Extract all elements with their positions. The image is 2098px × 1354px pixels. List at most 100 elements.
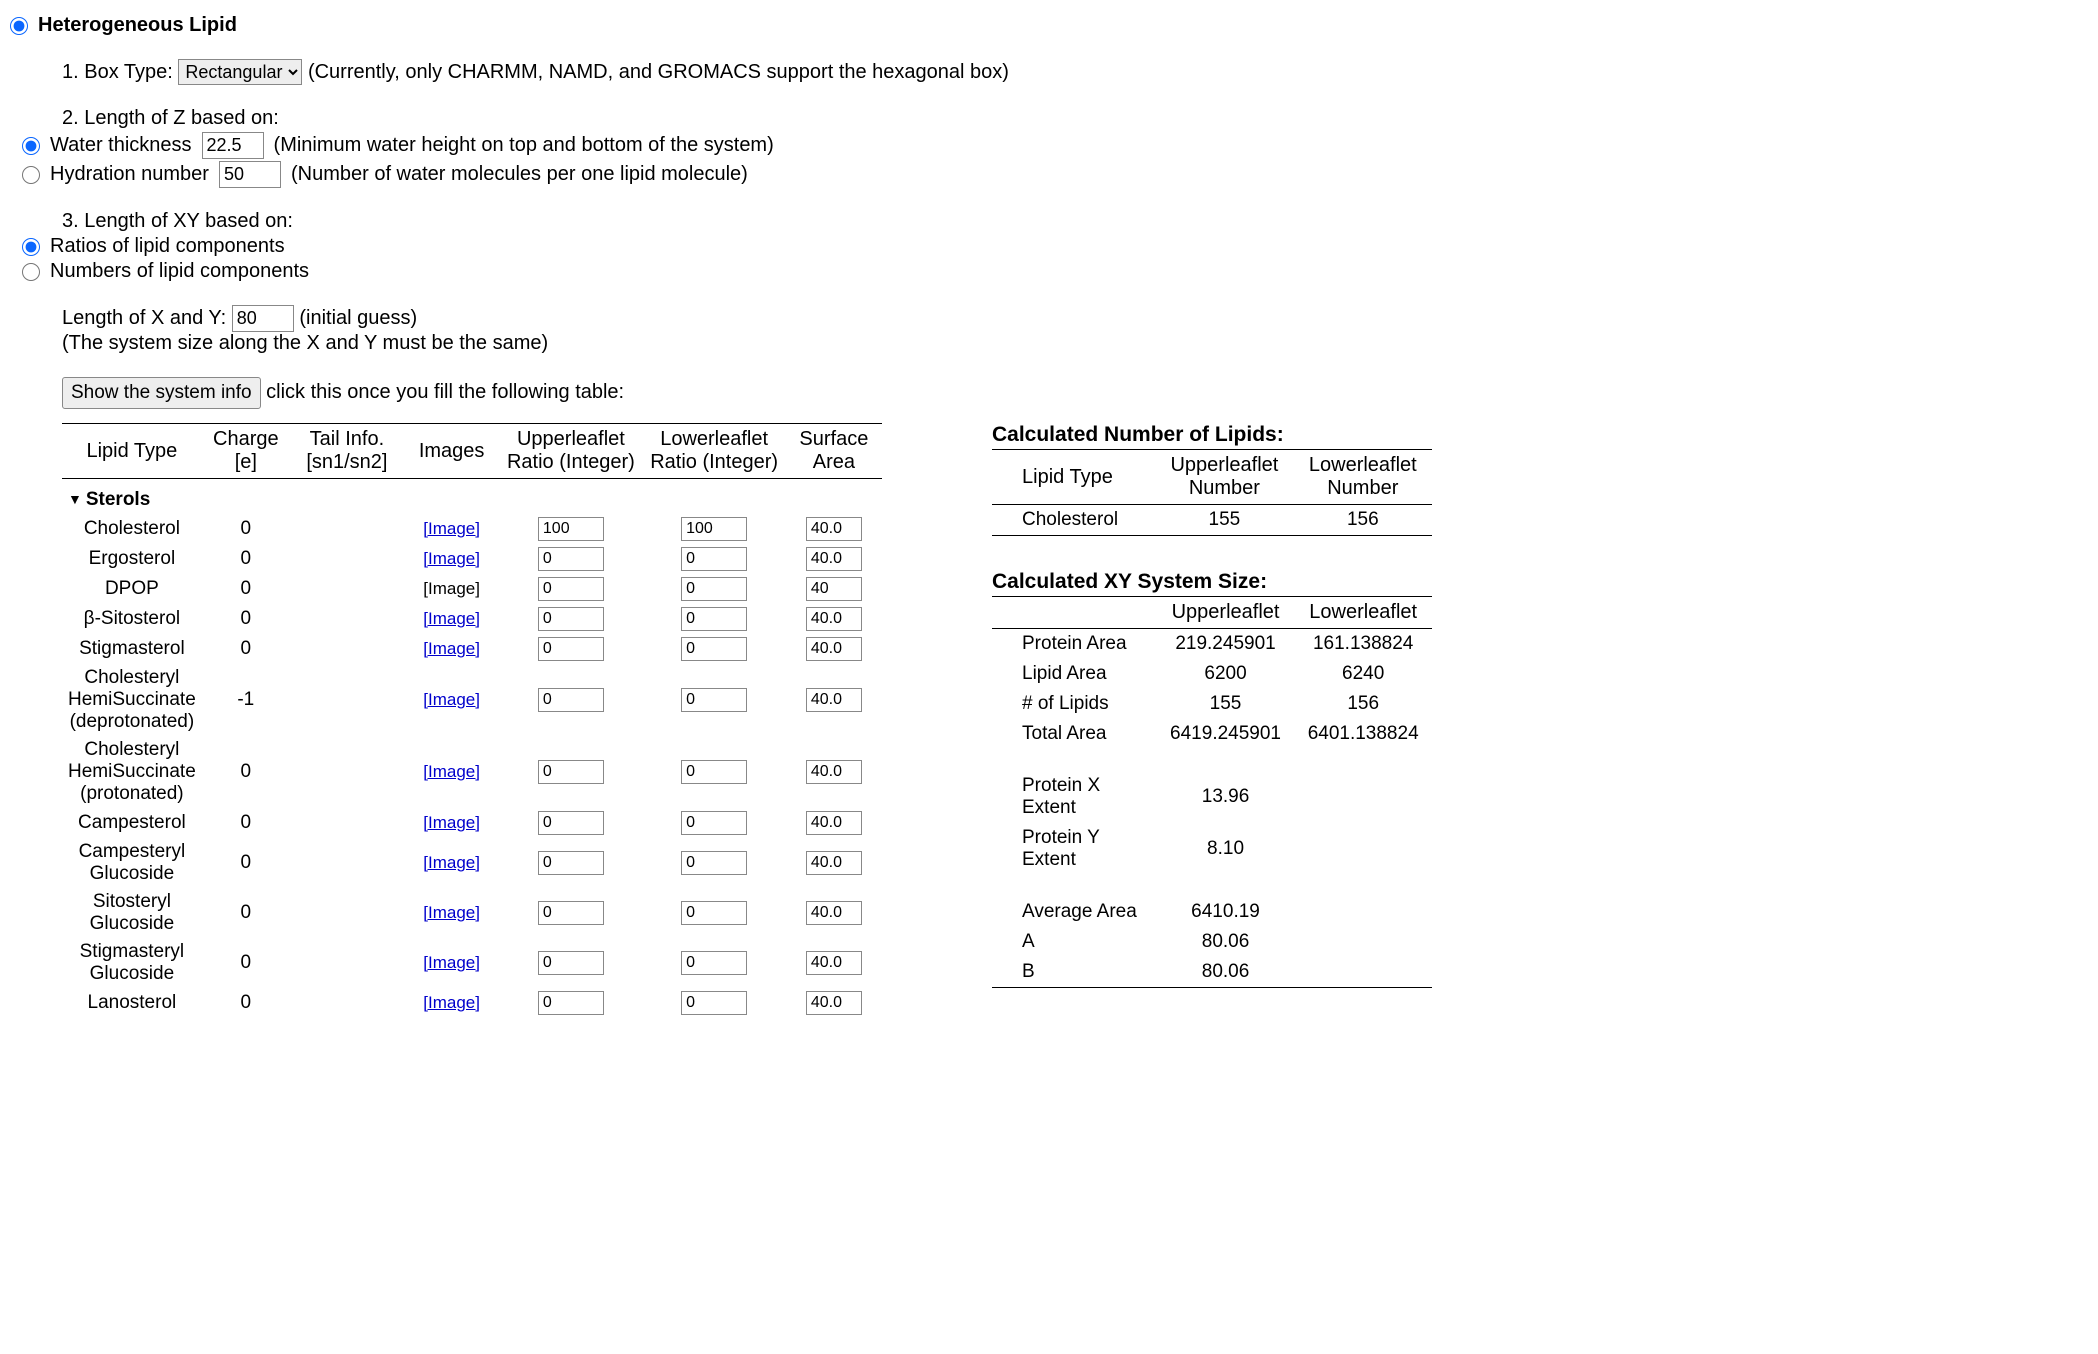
lowerleaflet-ratio-input[interactable] <box>681 951 747 975</box>
lowerleaflet-ratio-input[interactable] <box>681 547 747 571</box>
z-water-thickness-radio[interactable] <box>22 137 40 155</box>
z-hydration-number-input[interactable] <box>219 161 281 188</box>
lowerleaflet-ratio-input[interactable] <box>681 517 747 541</box>
lipid-charge: 0 <box>202 736 290 808</box>
lipid-name: Lanosterol <box>62 988 202 1018</box>
calc-xy-label: Average Area <box>992 897 1157 927</box>
lipid-image-link[interactable]: [Image] <box>423 903 480 922</box>
calc-xy-upper: 219.245901 <box>1157 629 1295 660</box>
lowerleaflet-ratio-input[interactable] <box>681 760 747 784</box>
xy-length-num: 3. <box>62 210 79 232</box>
lipid-section-sterols[interactable]: ▼Sterols <box>62 479 882 515</box>
xy-ratio-radio[interactable] <box>22 238 40 256</box>
surface-area-input[interactable] <box>806 607 862 631</box>
calc-xy-row: Average Area6410.19 <box>992 897 1432 927</box>
upperleaflet-ratio-input[interactable] <box>538 991 604 1015</box>
xy-number-radio[interactable] <box>22 263 40 281</box>
lipid-charge: -1 <box>202 664 290 736</box>
lipid-image-link[interactable]: [Image] <box>423 639 480 658</box>
lipid-image-link[interactable]: [Image] <box>423 690 480 709</box>
calc-xy-upper: 6200 <box>1157 659 1295 689</box>
calc-xy-label: Protein Area <box>992 629 1157 660</box>
lipid-tail <box>290 888 404 938</box>
upperleaflet-ratio-input[interactable] <box>538 951 604 975</box>
lowerleaflet-ratio-input[interactable] <box>681 991 747 1015</box>
th-calc-type: Lipid Type <box>992 450 1155 505</box>
lowerleaflet-ratio-input[interactable] <box>681 607 747 631</box>
show-system-info-button[interactable]: Show the system info <box>62 377 261 409</box>
calc-xy-label: # of Lipids <box>992 689 1157 719</box>
calc-xy-upper: 6419.245901 <box>1157 719 1295 749</box>
th-lower: LowerleafletRatio (Integer) <box>643 424 786 479</box>
surface-area-input[interactable] <box>806 547 862 571</box>
xy-number-label: Numbers of lipid components <box>50 260 309 283</box>
surface-area-input[interactable] <box>806 577 862 601</box>
upperleaflet-ratio-input[interactable] <box>538 901 604 925</box>
upperleaflet-ratio-input[interactable] <box>538 851 604 875</box>
surface-area-input[interactable] <box>806 811 862 835</box>
upperleaflet-ratio-input[interactable] <box>538 688 604 712</box>
lipid-tail <box>290 838 404 888</box>
calc-xy-lower: 156 <box>1294 689 1432 719</box>
calc-lipid-row: Cholesterol155156 <box>992 505 1432 536</box>
lipid-image-link[interactable]: [Image] <box>423 549 480 568</box>
surface-area-input[interactable] <box>806 901 862 925</box>
lowerleaflet-ratio-input[interactable] <box>681 577 747 601</box>
surface-area-input[interactable] <box>806 951 862 975</box>
lipid-charge: 0 <box>202 808 290 838</box>
lipid-image-link[interactable]: [Image] <box>423 853 480 872</box>
lowerleaflet-ratio-input[interactable] <box>681 851 747 875</box>
lipid-image-link[interactable]: [Image] <box>423 519 480 538</box>
upperleaflet-ratio-input[interactable] <box>538 637 604 661</box>
z-water-thickness-input[interactable] <box>202 132 264 159</box>
surface-area-input[interactable] <box>806 851 862 875</box>
upperleaflet-ratio-input[interactable] <box>538 577 604 601</box>
calc-xy-row: B80.06 <box>992 957 1432 988</box>
calc-xy-upper: 6410.19 <box>1157 897 1295 927</box>
lipid-charge: 0 <box>202 514 290 544</box>
lipid-charge: 0 <box>202 604 290 634</box>
lowerleaflet-ratio-input[interactable] <box>681 637 747 661</box>
calc-xy-label: A <box>992 927 1157 957</box>
calc-xy-row: Protein Area219.245901161.138824 <box>992 629 1432 660</box>
lipid-image-link[interactable]: [Image] <box>423 953 480 972</box>
surface-area-input[interactable] <box>806 760 862 784</box>
surface-area-input[interactable] <box>806 517 862 541</box>
upperleaflet-ratio-input[interactable] <box>538 517 604 541</box>
lipid-image-link[interactable]: [Image] <box>423 609 480 628</box>
lipid-image-link[interactable]: [Image] <box>423 993 480 1012</box>
upperleaflet-ratio-input[interactable] <box>538 607 604 631</box>
calc-xy-lower <box>1294 823 1432 875</box>
box-type-select[interactable]: Rectangular <box>178 59 302 85</box>
lipid-name: Ergosterol <box>62 544 202 574</box>
z-hydration-number-radio[interactable] <box>22 166 40 184</box>
lipid-name: DPOP <box>62 574 202 604</box>
lipid-row: CholesterylHemiSuccinate(deprotonated)-1… <box>62 664 882 736</box>
lowerleaflet-ratio-input[interactable] <box>681 901 747 925</box>
lowerleaflet-ratio-input[interactable] <box>681 688 747 712</box>
surface-area-input[interactable] <box>806 991 862 1015</box>
th-upper: UpperleafletRatio (Integer) <box>499 424 642 479</box>
calc-xy-upper: 80.06 <box>1157 957 1295 988</box>
mode-heterogeneous-radio[interactable] <box>10 17 28 35</box>
calc-xy-lower <box>1294 927 1432 957</box>
lipid-name: CholesterylHemiSuccinate(protonated) <box>62 736 202 808</box>
upperleaflet-ratio-input[interactable] <box>538 760 604 784</box>
lipid-image-link[interactable]: [Image] <box>423 762 480 781</box>
lipid-name: CampesterylGlucoside <box>62 838 202 888</box>
lipid-row: Stigmasterol0[Image] <box>62 634 882 664</box>
th-images: Images <box>404 424 499 479</box>
lipid-charge: 0 <box>202 888 290 938</box>
calc-xy-label: Protein X Extent <box>992 771 1157 823</box>
lipid-tail <box>290 988 404 1018</box>
upperleaflet-ratio-input[interactable] <box>538 547 604 571</box>
xy-size-input[interactable] <box>232 305 294 332</box>
upperleaflet-ratio-input[interactable] <box>538 811 604 835</box>
box-type-note: (Currently, only CHARMM, NAMD, and GROMA… <box>308 61 1009 83</box>
lipid-image-link[interactable]: [Image] <box>423 813 480 832</box>
surface-area-input[interactable] <box>806 637 862 661</box>
lipid-row: SitosterylGlucoside0[Image] <box>62 888 882 938</box>
surface-area-input[interactable] <box>806 688 862 712</box>
lipid-tail <box>290 664 404 736</box>
lowerleaflet-ratio-input[interactable] <box>681 811 747 835</box>
